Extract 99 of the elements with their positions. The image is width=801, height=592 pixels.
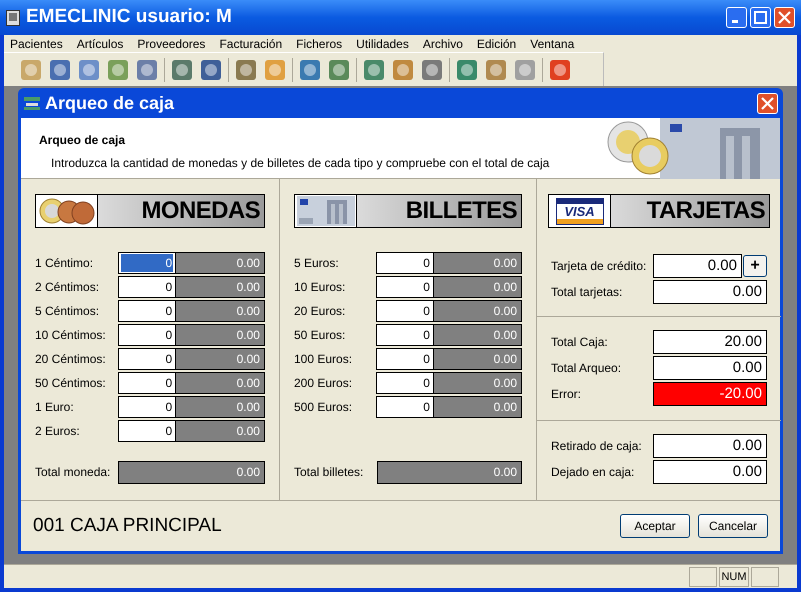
amount-field: 0.00	[434, 348, 522, 370]
count-field[interactable]: 0	[376, 372, 434, 394]
cash-register-name: 001 CAJA PRINCIPAL	[33, 514, 223, 538]
denomination-label: 2 Céntimos:	[35, 279, 100, 296]
add-button[interactable]: +	[743, 255, 767, 277]
close-button[interactable]	[757, 92, 778, 114]
value-field: 20.00	[653, 330, 767, 354]
summary-label: Total tarjetas:	[551, 284, 624, 301]
denomination-label: 20 Euros:	[294, 303, 346, 320]
denomination-label: 50 Céntimos:	[35, 375, 107, 392]
menu-item[interactable]: Proveedores	[137, 34, 206, 52]
denomination-label: 1 Céntimo:	[35, 255, 94, 272]
denomination-label: 10 Euros:	[294, 279, 346, 296]
menu-item[interactable]: Archivo	[422, 34, 463, 52]
count-field[interactable]: 0	[376, 252, 434, 274]
menu-item[interactable]: Ventana	[530, 34, 574, 52]
count-field[interactable]: 0	[118, 348, 176, 370]
value-field: 0.00	[653, 434, 767, 458]
value-field: 0.00	[653, 280, 767, 304]
count-field[interactable]: 0	[118, 396, 176, 418]
close-icon	[761, 96, 774, 110]
maximize-button[interactable]	[750, 7, 771, 28]
amount-field: 0.00	[176, 372, 265, 394]
amount-field: 0.00	[176, 252, 265, 274]
summary-label: Tarjeta de crédito:	[551, 258, 648, 275]
menu-item[interactable]: Pacientes	[10, 34, 63, 52]
banner-title: MONEDAS	[140, 196, 261, 226]
count-field[interactable]: 0	[118, 276, 176, 298]
visa-logo: VISA	[563, 204, 596, 218]
denomination-label: 100 Euros:	[294, 351, 354, 368]
cancel-button[interactable]: Cancelar	[698, 514, 768, 538]
accept-button[interactable]: Aceptar	[620, 514, 690, 538]
header-text: Introduzca la cantidad de monedas y de billetes de cada tipo y compruebe con el total de caja	[50, 155, 550, 172]
app-icon	[6, 10, 20, 26]
status-panel	[751, 566, 779, 586]
denomination-label: 2 Euros:	[35, 423, 81, 440]
amount-field: 0.00	[434, 396, 522, 418]
amount-field: 0.00	[434, 324, 522, 346]
value-field: 0.00	[653, 460, 767, 484]
amount-field: 0.00	[434, 300, 522, 322]
total-label: Total moneda:	[35, 464, 112, 481]
denomination-label: 200 Euros:	[294, 375, 354, 392]
amount-field: 0.00	[176, 324, 265, 346]
count-field[interactable]: 0	[376, 300, 434, 322]
cash-register-icon	[23, 95, 41, 111]
count-field[interactable]: 0	[376, 276, 434, 298]
amount-field: 0.00	[434, 276, 522, 298]
count-field[interactable]: 0	[118, 252, 176, 274]
value-field: 0.00	[653, 356, 767, 380]
denomination-label: 500 Euros:	[294, 399, 354, 416]
amount-field: 0.00	[176, 276, 265, 298]
menu-item[interactable]: Ficheros	[296, 34, 342, 52]
denomination-label: 20 Céntimos:	[35, 351, 107, 368]
amount-field: 0.00	[176, 300, 265, 322]
maximize-icon	[754, 11, 767, 24]
menu-item[interactable]: Artículos	[76, 34, 124, 52]
total-label: Total billetes:	[294, 464, 364, 481]
minimize-button[interactable]	[726, 7, 747, 28]
close-icon	[778, 11, 791, 24]
summary-label: Dejado en caja:	[551, 464, 636, 481]
dialog-title: Arqueo de caja	[45, 92, 176, 115]
denomination-label: 5 Euros:	[294, 255, 340, 272]
menu-item[interactable]: Utilidades	[356, 34, 409, 52]
summary-label: Error:	[551, 386, 582, 403]
amount-field: 0.00	[434, 372, 522, 394]
menu-item[interactable]: Edición	[476, 34, 516, 52]
amount-field: 0.00	[176, 396, 265, 418]
count-field[interactable]: 0	[118, 420, 176, 442]
count-field[interactable]: 0	[118, 324, 176, 346]
coins-icon	[38, 196, 96, 226]
banknote-icon	[296, 196, 354, 226]
denomination-label: 1 Euro:	[35, 399, 75, 416]
amount-field: 0.00	[176, 348, 265, 370]
total-field: 0.00	[118, 460, 265, 484]
minimize-icon	[732, 20, 738, 23]
header-title: Arqueo de caja	[39, 132, 126, 149]
summary-label: Total Arqueo:	[551, 360, 622, 377]
count-field[interactable]: 0	[118, 372, 176, 394]
count-field[interactable]: 0	[376, 324, 434, 346]
summary-label: Retirado de caja:	[551, 438, 643, 455]
denomination-label: 5 Céntimos:	[35, 303, 100, 320]
count-field[interactable]: 0	[376, 348, 434, 370]
status-panel	[689, 566, 717, 586]
close-button[interactable]	[774, 7, 795, 28]
window-title: EMECLINIC usuario: M	[26, 5, 233, 30]
denomination-label: 50 Euros:	[294, 327, 346, 344]
denomination-label: 10 Céntimos:	[35, 327, 107, 344]
amount-field: 0.00	[434, 252, 522, 274]
summary-label: Total Caja:	[551, 334, 609, 351]
amount-field: 0.00	[176, 420, 265, 442]
banner-title: BILLETES	[404, 196, 518, 226]
num-lock-indicator: NUM	[719, 566, 749, 586]
count-field[interactable]: 0	[118, 300, 176, 322]
error-field: -20.00	[653, 382, 767, 406]
total-field: 0.00	[377, 460, 522, 484]
menu-item[interactable]: Facturación	[219, 34, 282, 52]
value-field[interactable]: 0.00	[653, 254, 742, 278]
count-field[interactable]: 0	[376, 396, 434, 418]
banner-title: TARJETAS	[646, 196, 766, 226]
